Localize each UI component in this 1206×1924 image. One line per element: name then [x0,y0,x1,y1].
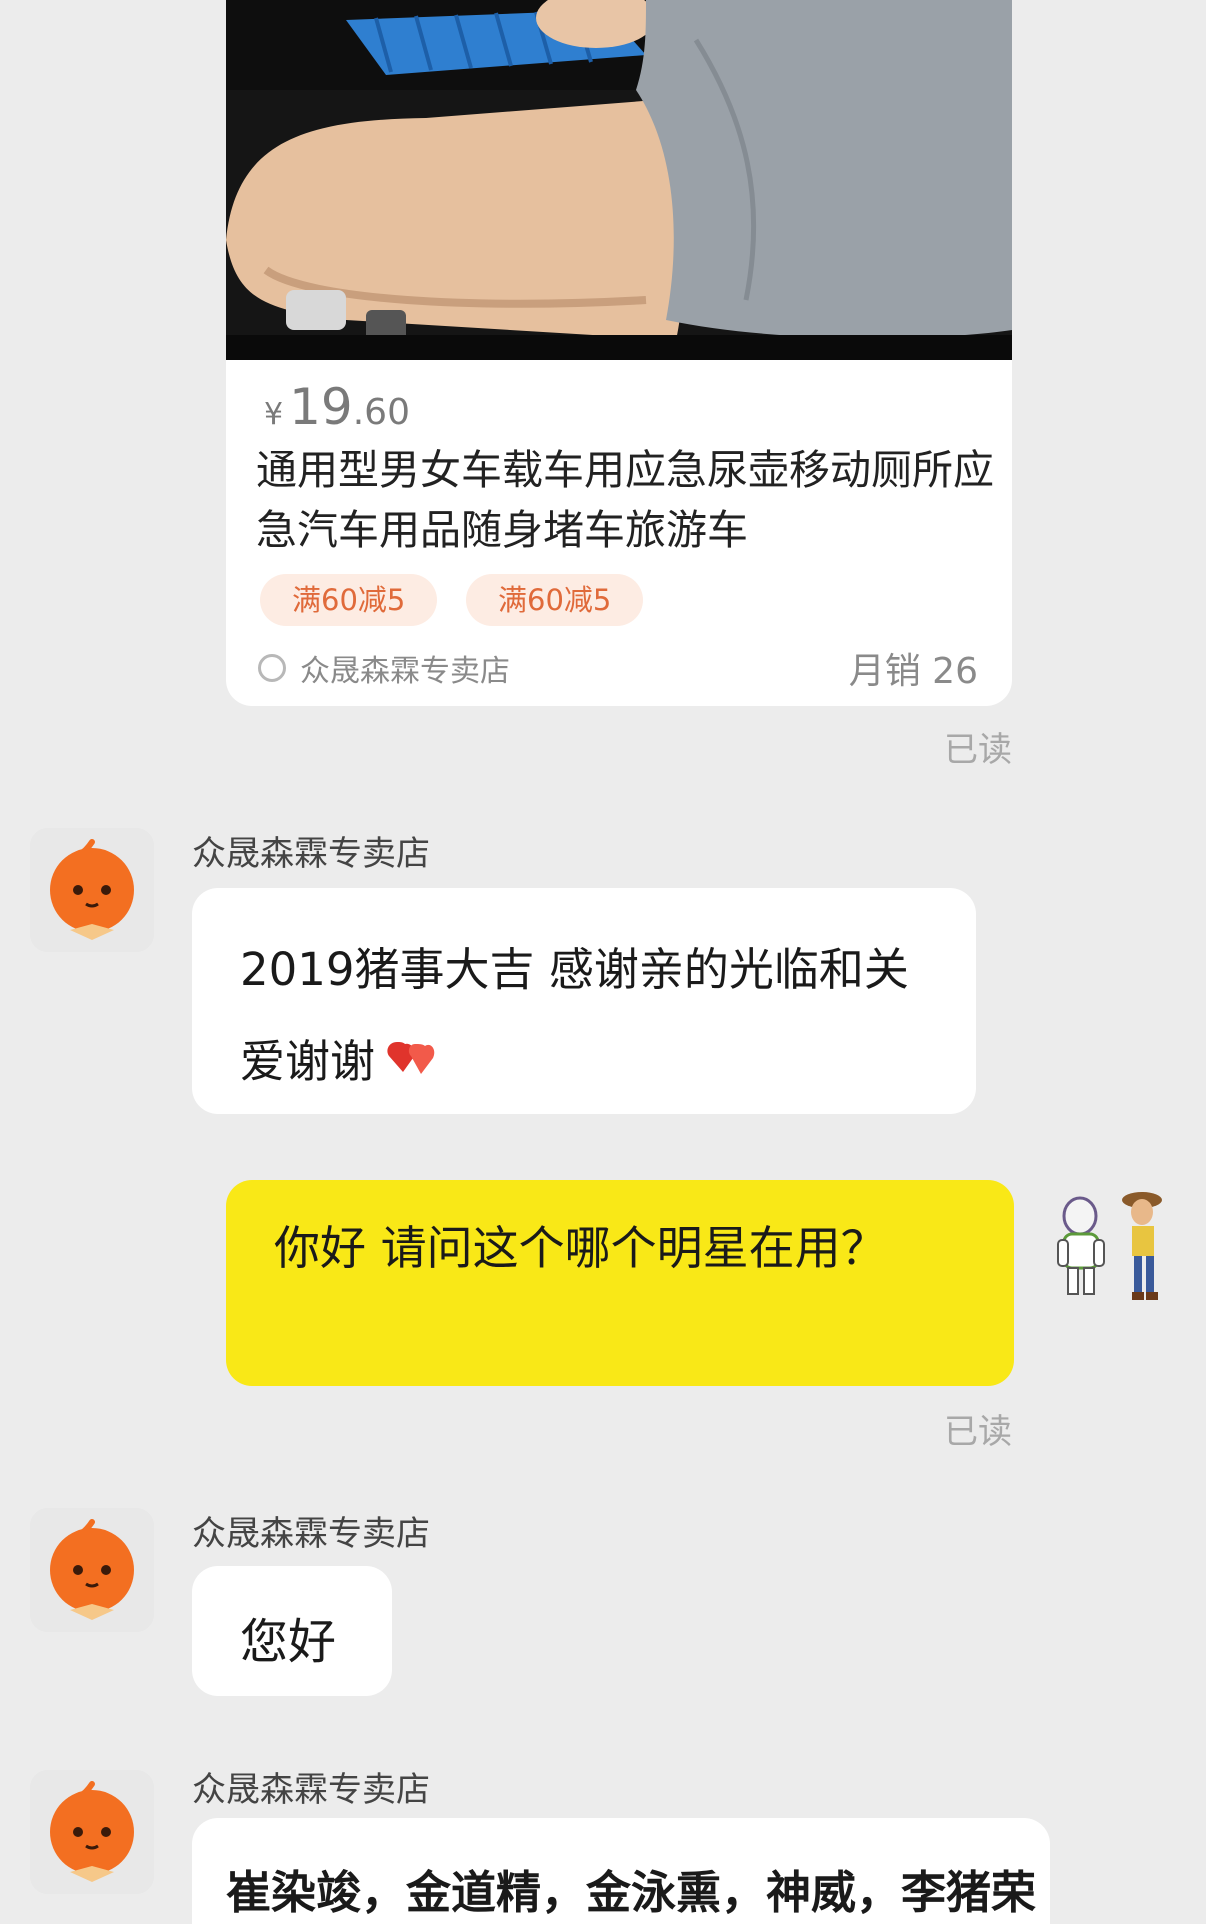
monthly-sales: 月销 26 [848,651,978,692]
cartoon-characters-icon [1042,1180,1178,1310]
user-avatar[interactable] [1042,1180,1178,1310]
message-text: 2019猪事大吉 感谢亲的光临和关爱谢谢 [240,924,940,1111]
hearts-emoji-icon [383,1019,437,1111]
orange-mascot-icon [30,828,154,952]
shop-link[interactable]: 众晟森霖专卖店 [258,646,510,690]
message-text: 你好 请问这个哪个明星在用？ [274,1221,887,1275]
sender-name: 众晟森霖专卖店 [192,1770,430,1810]
orange-mascot-icon [30,1770,154,1894]
read-receipt: 已读 [944,1412,1012,1452]
message-text-content: 2019猪事大吉 感谢亲的光临和关爱谢谢 [240,943,909,1088]
price-cents: .60 [352,392,410,433]
price-main: 19 [289,378,353,436]
price-symbol: ¥ [264,397,284,432]
orange-mascot-icon [30,1508,154,1632]
shop-avatar[interactable] [30,1508,154,1632]
message-bubble[interactable]: 崔染竣，金道精，金泳熏，神威，李猪荣 [192,1818,1050,1924]
product-title: 通用型男女车载车用应急尿壶移动厕所应急汽车用品随身堵车旅游车 [256,446,994,554]
message-bubble[interactable]: 您好 [192,1566,392,1696]
message-text: 您好 [240,1614,337,1670]
read-receipt: 已读 [944,730,1012,770]
message-bubble[interactable]: 你好 请问这个哪个明星在用？ [226,1180,1014,1386]
product-card[interactable]: ¥19.60 通用型男女车载车用应急尿壶移动厕所应急汽车用品随身堵车旅游车 满6… [226,0,1012,706]
shop-circle-icon [258,654,286,682]
sender-name: 众晟森霖专卖店 [192,1514,430,1554]
sender-name: 众晟森霖专卖店 [192,834,430,874]
message-text: 崔染竣，金道精，金泳熏，神威，李猪荣 [226,1866,1037,1919]
coupon-badge[interactable]: 满60减5 [260,574,438,626]
shop-avatar[interactable] [30,828,154,952]
coupon-badge[interactable]: 满60减5 [466,574,644,626]
shop-avatar[interactable] [30,1770,154,1894]
shop-name: 众晟森霖专卖店 [300,654,510,689]
product-price: ¥19.60 [264,378,410,436]
message-bubble[interactable]: 2019猪事大吉 感谢亲的光临和关爱谢谢 [192,888,976,1114]
chat-screen: ¥19.60 通用型男女车载车用应急尿壶移动厕所应急汽车用品随身堵车旅游车 满6… [0,0,1206,1924]
product-image [226,0,1012,360]
